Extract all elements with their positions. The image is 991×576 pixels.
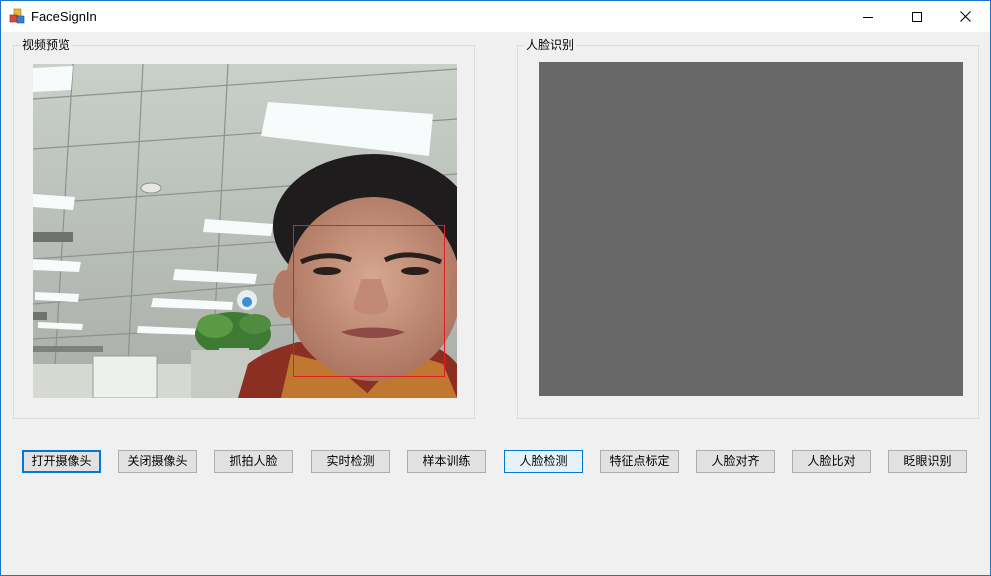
minimize-button[interactable] (845, 1, 891, 32)
sample-train-button[interactable]: 样本训练 (407, 450, 486, 473)
face-detection-box (293, 225, 445, 377)
open-camera-button[interactable]: 打开摄像头 (22, 450, 101, 473)
video-preview-label: 视频预览 (20, 38, 73, 52)
face-align-button[interactable]: 人脸对齐 (696, 450, 775, 473)
face-detect-button[interactable]: 人脸检测 (504, 450, 583, 473)
blink-detect-button[interactable]: 眨眼识别 (888, 450, 967, 473)
close-icon (959, 11, 971, 22)
face-compare-button[interactable]: 人脸比对 (792, 450, 871, 473)
realtime-detect-button[interactable]: 实时检测 (311, 450, 390, 473)
face-recognition-label: 人脸识别 (524, 38, 577, 52)
landmark-button[interactable]: 特征点标定 (600, 450, 679, 473)
window-title: FaceSignIn (31, 9, 97, 24)
title-bar[interactable]: FaceSignIn (1, 1, 990, 32)
capture-face-button[interactable]: 抓拍人脸 (214, 450, 293, 473)
app-icon (9, 8, 25, 24)
close-camera-button[interactable]: 关闭摄像头 (118, 450, 197, 473)
video-preview-frame (33, 64, 457, 398)
maximize-icon (912, 11, 922, 22)
main-window: FaceSignIn 视频预览 人脸识别 打开摄像头 关闭摄像头 抓拍人脸 实时… (0, 0, 991, 576)
face-recognition-display (539, 62, 963, 396)
close-button[interactable] (942, 1, 988, 32)
maximize-button[interactable] (894, 1, 940, 32)
minimize-icon (863, 16, 873, 18)
